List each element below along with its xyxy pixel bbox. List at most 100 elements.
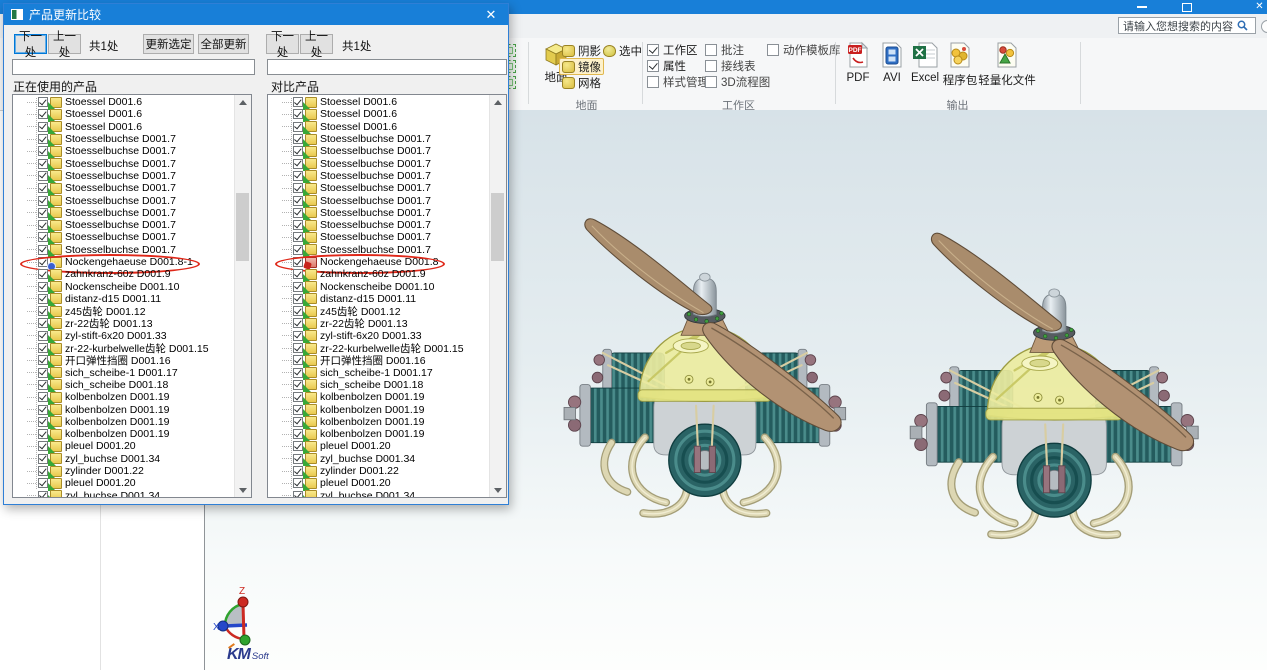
help-icon[interactable] bbox=[1261, 20, 1267, 33]
item-checkbox[interactable] bbox=[38, 196, 48, 206]
item-checkbox[interactable] bbox=[293, 109, 303, 119]
item-checkbox[interactable] bbox=[38, 134, 48, 144]
scroll-down-button[interactable] bbox=[490, 483, 505, 497]
close-button[interactable]: ✕ bbox=[1252, 0, 1267, 14]
item-checkbox[interactable] bbox=[38, 208, 48, 218]
item-checkbox[interactable] bbox=[38, 429, 48, 439]
tree-item[interactable]: zyl_buchse D001.34 bbox=[268, 490, 490, 499]
item-checkbox[interactable] bbox=[293, 368, 303, 378]
tree-item[interactable]: Stoesselbuchse D001.7 bbox=[268, 207, 490, 219]
checkbox-properties[interactable]: 属性 bbox=[647, 58, 686, 73]
item-checkbox[interactable] bbox=[293, 146, 303, 156]
tree-item[interactable]: Nockenscheibe D001.10 bbox=[13, 280, 235, 292]
item-checkbox[interactable] bbox=[38, 405, 48, 415]
tree-item[interactable]: Stoesselbuchse D001.7 bbox=[13, 207, 235, 219]
tree-item[interactable]: sich_scheibe-1 D001.17 bbox=[13, 367, 235, 379]
item-checkbox[interactable] bbox=[38, 417, 48, 427]
filter-input-left[interactable] bbox=[12, 59, 255, 75]
next-change-left-button[interactable]: 下一处 bbox=[14, 34, 47, 54]
tree-item[interactable]: zylinder D001.22 bbox=[13, 465, 235, 477]
item-checkbox[interactable] bbox=[293, 405, 303, 415]
tree-item[interactable]: Stoesselbuchse D001.7 bbox=[268, 219, 490, 231]
selected-button[interactable]: 选中 bbox=[600, 42, 645, 59]
tree-item[interactable]: Stoessel D001.6 bbox=[268, 121, 490, 133]
item-checkbox[interactable] bbox=[293, 429, 303, 439]
item-checkbox[interactable] bbox=[38, 306, 48, 316]
tree-item[interactable]: kolbenbolzen D001.19 bbox=[13, 391, 235, 403]
item-checkbox[interactable] bbox=[293, 97, 303, 107]
tree-item[interactable]: kolbenbolzen D001.19 bbox=[13, 416, 235, 428]
item-checkbox[interactable] bbox=[38, 331, 48, 341]
tree-item[interactable]: kolbenbolzen D001.19 bbox=[268, 416, 490, 428]
item-checkbox[interactable] bbox=[293, 159, 303, 169]
dialog-titlebar[interactable]: 产品更新比较 ✕ bbox=[4, 4, 508, 25]
tree-item[interactable]: kolbenbolzen D001.19 bbox=[268, 428, 490, 440]
tree-item[interactable]: Stoessel D001.6 bbox=[13, 108, 235, 120]
tree-item[interactable]: pleuel D001.20 bbox=[13, 477, 235, 489]
item-checkbox[interactable] bbox=[293, 306, 303, 316]
item-checkbox[interactable] bbox=[293, 392, 303, 402]
tree-item[interactable]: Stoesselbuchse D001.7 bbox=[268, 170, 490, 182]
tree-item[interactable]: pleuel D001.20 bbox=[268, 477, 490, 489]
tree-item[interactable]: sich_scheibe D001.18 bbox=[268, 379, 490, 391]
update-selected-button[interactable]: 更新选定 bbox=[143, 34, 194, 54]
item-checkbox[interactable] bbox=[38, 171, 48, 181]
item-checkbox[interactable] bbox=[293, 331, 303, 341]
tree-item[interactable]: Stoesselbuchse D001.7 bbox=[13, 170, 235, 182]
tree-item[interactable]: sich_scheibe-1 D001.17 bbox=[268, 367, 490, 379]
tree-item[interactable]: Stoessel D001.6 bbox=[13, 121, 235, 133]
tree-item[interactable]: 开口弹性挡圈 D001.16 bbox=[268, 354, 490, 366]
item-checkbox[interactable] bbox=[38, 294, 48, 304]
item-checkbox[interactable] bbox=[38, 109, 48, 119]
tree-item[interactable]: pleuel D001.20 bbox=[268, 440, 490, 452]
item-checkbox[interactable] bbox=[293, 220, 303, 230]
item-checkbox[interactable] bbox=[38, 491, 48, 498]
item-checkbox[interactable] bbox=[293, 294, 303, 304]
item-checkbox[interactable] bbox=[293, 478, 303, 488]
tree-item[interactable]: zyl_buchse D001.34 bbox=[268, 453, 490, 465]
tree-item[interactable]: Stoesselbuchse D001.7 bbox=[13, 244, 235, 256]
item-checkbox[interactable] bbox=[293, 318, 303, 328]
item-checkbox[interactable] bbox=[293, 417, 303, 427]
tree-item[interactable]: Stoesselbuchse D001.7 bbox=[268, 133, 490, 145]
item-checkbox[interactable] bbox=[38, 318, 48, 328]
mirror-button[interactable]: 镜像 bbox=[559, 58, 604, 75]
tree-item[interactable]: Stoesselbuchse D001.7 bbox=[13, 133, 235, 145]
item-checkbox[interactable] bbox=[38, 245, 48, 255]
item-checkbox[interactable] bbox=[293, 134, 303, 144]
tree-item[interactable]: Stoesselbuchse D001.7 bbox=[13, 219, 235, 231]
scrollbar-right[interactable] bbox=[489, 95, 506, 497]
tree-item[interactable]: zahnkranz-60z D001.9 bbox=[13, 268, 235, 280]
tree-item[interactable]: Stoessel D001.6 bbox=[268, 108, 490, 120]
item-checkbox[interactable] bbox=[38, 343, 48, 353]
tree-item[interactable]: Stoesselbuchse D001.7 bbox=[268, 145, 490, 157]
scroll-down-button[interactable] bbox=[235, 483, 250, 497]
tree-item[interactable]: zyl_buchse D001.34 bbox=[13, 490, 235, 499]
scroll-up-button[interactable] bbox=[235, 95, 250, 109]
item-checkbox[interactable] bbox=[293, 208, 303, 218]
item-checkbox[interactable] bbox=[38, 392, 48, 402]
item-checkbox[interactable] bbox=[38, 122, 48, 132]
item-checkbox[interactable] bbox=[38, 159, 48, 169]
tree-item[interactable]: Stoesselbuchse D001.7 bbox=[268, 157, 490, 169]
minimize-button[interactable] bbox=[1131, 0, 1153, 14]
tree-item[interactable]: zahnkranz-60z D001.9 bbox=[268, 268, 490, 280]
axis-triad[interactable]: Z X bbox=[213, 584, 263, 646]
item-checkbox[interactable] bbox=[293, 171, 303, 181]
item-checkbox[interactable] bbox=[293, 343, 303, 353]
tree-list-left[interactable]: Stoessel D001.6 Stoessel D001.6 Stoessel… bbox=[12, 94, 252, 498]
item-checkbox[interactable] bbox=[293, 466, 303, 476]
lightweight-export-button[interactable]: 轻量化文件 bbox=[978, 41, 1036, 95]
tree-item[interactable]: Stoesselbuchse D001.7 bbox=[13, 231, 235, 243]
item-checkbox[interactable] bbox=[38, 454, 48, 464]
checkbox-wiring-table[interactable]: 接线表 bbox=[705, 58, 756, 73]
item-checkbox[interactable] bbox=[38, 269, 48, 279]
tree-item[interactable]: kolbenbolzen D001.19 bbox=[13, 403, 235, 415]
item-checkbox[interactable] bbox=[293, 355, 303, 365]
tree-item[interactable]: zr-22齿轮 D001.13 bbox=[13, 317, 235, 329]
shadow-button[interactable]: 阴影 bbox=[559, 42, 604, 59]
grid-button[interactable]: 网格 bbox=[559, 74, 604, 91]
scrollbar-left[interactable] bbox=[234, 95, 251, 497]
item-checkbox[interactable] bbox=[38, 380, 48, 390]
next-change-right-button[interactable]: 下一处 bbox=[266, 34, 299, 54]
